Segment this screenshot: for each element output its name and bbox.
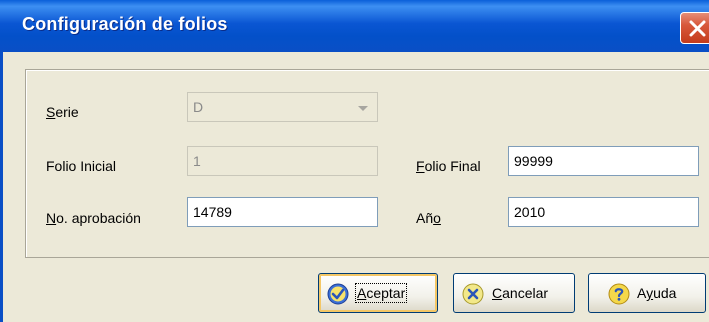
ayuda-button[interactable]: Ayuda [588,273,706,313]
folio-inicial-value: 1 [193,153,201,169]
serie-value: D [193,99,204,115]
anio-field[interactable]: 2010 [508,197,699,227]
ayuda-label: Ayuda [637,285,677,301]
folio-inicial-field[interactable]: 1 [187,146,378,176]
folio-inicial-label: Folio Inicial [46,158,117,174]
no-aprobacion-value: 14789 [193,204,232,220]
no-aprobacion-label: No. aprobación [46,210,141,226]
anio-value: 2010 [514,204,546,220]
folio-final-value: 99999 [514,153,553,169]
check-icon [327,283,349,305]
folio-final-label: Folio Final [416,158,481,174]
aceptar-label: Aceptar [354,283,408,303]
anio-label: Año [416,210,441,226]
no-aprobacion-field[interactable]: 14789 [187,197,378,227]
serie-combobox[interactable]: D [187,92,378,122]
close-icon [689,20,706,37]
aceptar-button[interactable]: Aceptar [318,273,438,313]
cancelar-label: Cancelar [492,285,549,301]
chevron-down-icon [358,106,368,111]
title-bar: Configuración de folios [0,0,709,52]
window-title: Configuración de folios [22,14,228,34]
window-frame [0,52,3,322]
serie-label: Serie [46,104,79,120]
folio-final-field[interactable]: 99999 [508,146,699,176]
help-icon [608,283,630,305]
cancelar-button[interactable]: Cancelar [453,273,575,313]
x-circle-icon [462,283,484,305]
close-button[interactable] [680,12,709,44]
